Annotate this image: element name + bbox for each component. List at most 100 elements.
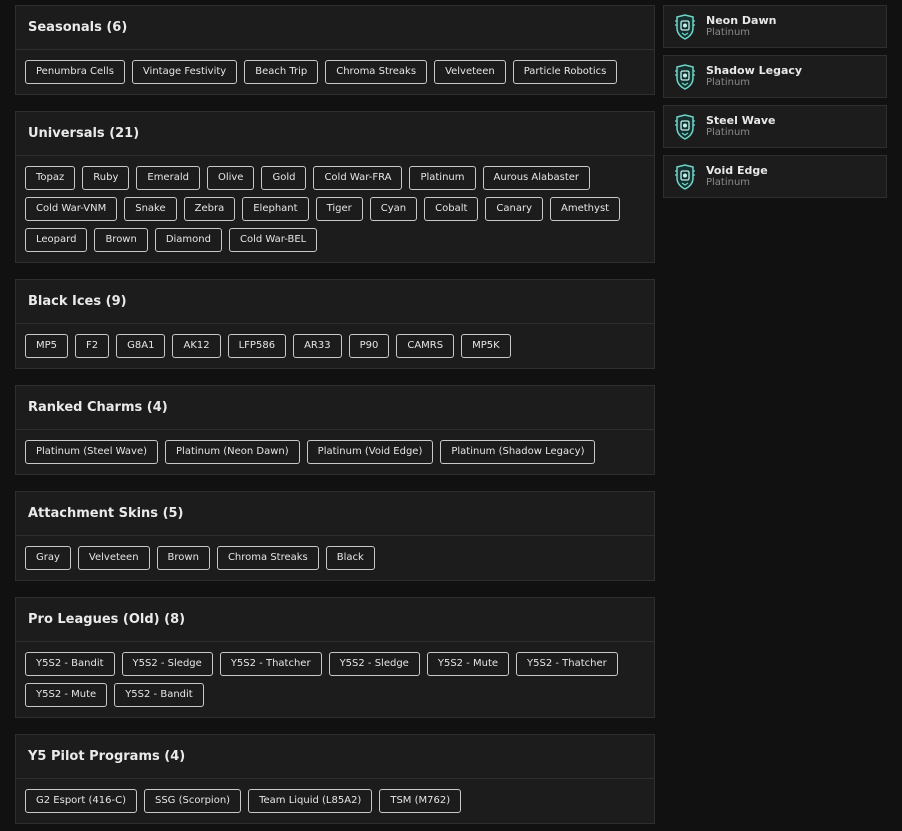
item-tag-button[interactable]: Cold War-FRA [313, 166, 403, 190]
item-tag-button[interactable]: Platinum (Neon Dawn) [165, 440, 300, 464]
item-tag-button[interactable]: Vintage Festivity [131, 60, 238, 84]
item-tag-button[interactable]: F2 [75, 334, 110, 358]
charm-card[interactable]: Void Edge Platinum [663, 155, 887, 198]
item-tag-button[interactable]: MP5K [461, 334, 511, 358]
item-category-section: Y5 Pilot Programs (4) G2 Esport (416-C) S… [15, 734, 655, 824]
item-tag-button[interactable]: P90 [348, 334, 390, 358]
item-tag-button[interactable]: Y5S2 - Bandit [25, 652, 115, 676]
item-category-section: Pro Leagues (Old) (8) Y5S2 - Bandit Y5S2 … [15, 597, 655, 718]
item-tag-button[interactable]: AR33 [293, 334, 342, 358]
item-category-section: Attachment Skins (5) Gray Velveteen Brown C… [15, 491, 655, 581]
item-tag-button[interactable]: Y5S2 - Sledge [328, 652, 420, 676]
item-tag-button[interactable]: Platinum (Void Edge) [306, 440, 434, 464]
item-tag-button[interactable]: Black [325, 546, 375, 570]
item-tag-button[interactable]: Emerald [136, 166, 200, 190]
item-tag-button[interactable]: Snake [124, 197, 177, 221]
charm-name: Neon Dawn [706, 14, 777, 27]
item-tag-button[interactable]: AK12 [172, 334, 221, 358]
item-category-section: Universals (21) Topaz Ruby Emerald Olive Gol… [15, 111, 655, 263]
item-tag-button[interactable]: LFP586 [227, 334, 287, 358]
item-tag-list: Platinum (Steel Wave) Platinum (Neon Dawn… [16, 430, 654, 474]
item-tag-button[interactable]: Platinum (Shadow Legacy) [440, 440, 596, 464]
item-tag-list: Topaz Ruby Emerald Olive Gold Cold War-FRA Pla… [16, 156, 654, 262]
item-tag-button[interactable]: Cold War-BEL [228, 228, 318, 252]
item-tag-button[interactable]: Platinum (Steel Wave) [25, 440, 159, 464]
section-title: Black Ices (9) [16, 280, 654, 324]
charm-card[interactable]: Neon Dawn Platinum [663, 5, 887, 48]
item-tag-button[interactable]: Chroma Streaks [325, 60, 428, 84]
item-tag-button[interactable]: Cyan [369, 197, 418, 221]
item-tag-button[interactable]: Beach Trip [244, 60, 319, 84]
section-title: Y5 Pilot Programs (4) [16, 735, 654, 779]
item-tag-button[interactable]: Cold War-VNM [25, 197, 118, 221]
item-tag-button[interactable]: Brown [156, 546, 210, 570]
item-tag-button[interactable]: Aurous Alabaster [482, 166, 591, 190]
item-tag-button[interactable]: Leopard [25, 228, 88, 252]
item-tag-button[interactable]: CAMRS [396, 334, 455, 358]
item-tag-button[interactable]: Amethyst [550, 197, 621, 221]
item-tag-button[interactable]: G2 Esport (416-C) [25, 789, 137, 813]
item-tag-button[interactable]: Y5S2 - Bandit [114, 683, 204, 707]
item-tag-button[interactable]: G8A1 [116, 334, 166, 358]
item-tag-button[interactable]: TSM (M762) [379, 789, 462, 813]
platinum-rank-icon [675, 63, 695, 90]
item-tag-button[interactable]: Tiger [315, 197, 363, 221]
item-tag-button[interactable]: Olive [206, 166, 255, 190]
item-tag-button[interactable]: Gold [261, 166, 307, 190]
item-tag-button[interactable]: Penumbra Cells [25, 60, 125, 84]
charm-name: Steel Wave [706, 114, 776, 127]
item-tag-list: Gray Velveteen Brown Chroma Streaks Black [16, 536, 654, 580]
item-tag-list: Y5S2 - Bandit Y5S2 - Sledge Y5S2 - Thatche… [16, 642, 654, 717]
section-title: Seasonals (6) [16, 6, 654, 50]
item-tag-button[interactable]: Y5S2 - Sledge [121, 652, 213, 676]
charm-text: Neon Dawn Platinum [706, 14, 776, 39]
item-tag-button[interactable]: Cobalt [424, 197, 479, 221]
item-tag-list: MP5 F2 G8A1 AK12 LFP586 AR33 P90 CAMRS MP5K [16, 324, 654, 368]
item-tag-button[interactable]: Brown [94, 228, 148, 252]
item-tag-button[interactable]: Velveteen [77, 546, 150, 570]
item-tag-button[interactable]: Y5S2 - Thatcher [219, 652, 322, 676]
section-title: Pro Leagues (Old) (8) [16, 598, 654, 642]
section-title: Universals (21) [16, 112, 654, 156]
charm-tier: Platinum [706, 27, 751, 38]
charm-tier: Platinum [706, 77, 751, 88]
item-tag-button[interactable]: Y5S2 - Mute [25, 683, 108, 707]
item-tag-list: G2 Esport (416-C) SSG (Scorpion) Team Liqu… [16, 779, 654, 823]
item-tag-button[interactable]: Team Liquid (L85A2) [248, 789, 373, 813]
item-tag-button[interactable]: Ruby [82, 166, 130, 190]
item-tag-button[interactable]: Topaz [25, 166, 76, 190]
charm-card[interactable]: Shadow Legacy Platinum [663, 55, 887, 98]
item-tag-button[interactable]: Platinum [409, 166, 476, 190]
item-category-section: Seasonals (6) Penumbra Cells Vintage Fest… [15, 5, 655, 95]
ranked-charms-sidebar: Neon Dawn Platinum Shadow Legacy Platinu… [663, 5, 887, 205]
item-tag-button[interactable]: SSG (Scorpion) [143, 789, 242, 813]
platinum-rank-icon [675, 163, 695, 190]
charm-card[interactable]: Steel Wave Platinum [663, 105, 887, 148]
charm-name: Shadow Legacy [706, 64, 803, 77]
item-tag-button[interactable]: Diamond [154, 228, 222, 252]
item-tag-button[interactable]: Zebra [183, 197, 236, 221]
charm-tier: Platinum [706, 177, 751, 188]
charm-tier: Platinum [706, 127, 751, 138]
item-tag-button[interactable]: MP5 [25, 334, 69, 358]
platinum-rank-icon [675, 13, 695, 40]
item-tag-button[interactable]: Y5S2 - Mute [426, 652, 510, 676]
charm-text: Shadow Legacy Platinum [706, 64, 802, 89]
item-tag-button[interactable]: Y5S2 - Thatcher [516, 652, 618, 676]
item-tag-list: Penumbra Cells Vintage Festivity Beach Tri… [16, 50, 654, 94]
item-tag-button[interactable]: Elephant [242, 197, 309, 221]
item-tag-button[interactable]: Gray [25, 546, 71, 570]
item-category-section: Ranked Charms (4) Platinum (Steel Wave) P… [15, 385, 655, 475]
item-tag-button[interactable]: Chroma Streaks [216, 546, 319, 570]
item-tag-button[interactable]: Velveteen [434, 60, 506, 84]
item-category-section: Black Ices (9) MP5 F2 G8A1 AK12 LFP586 AR33 P9… [15, 279, 655, 369]
charm-name: Void Edge [706, 164, 768, 177]
item-tag-button[interactable]: Canary [485, 197, 544, 221]
charm-text: Steel Wave Platinum [706, 114, 776, 139]
platinum-rank-icon [675, 113, 695, 140]
section-title: Attachment Skins (5) [16, 492, 654, 536]
charm-text: Void Edge Platinum [706, 164, 768, 189]
section-title: Ranked Charms (4) [16, 386, 654, 430]
item-collection: Seasonals (6) Penumbra Cells Vintage Fest… [15, 5, 655, 831]
item-tag-button[interactable]: Particle Robotics [512, 60, 618, 84]
